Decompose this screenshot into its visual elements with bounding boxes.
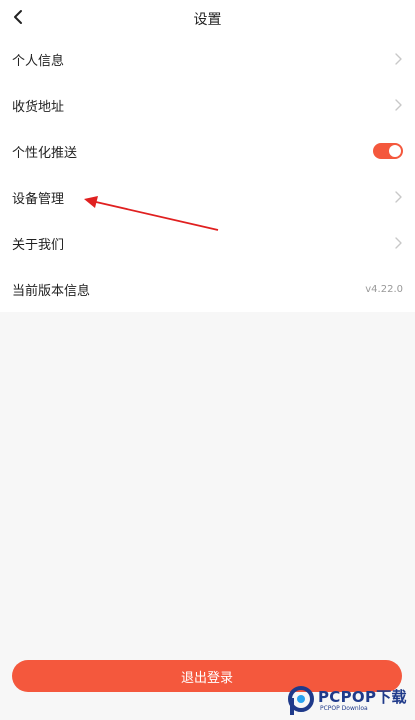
settings-item-label: 当前版本信息	[12, 283, 91, 299]
settings-item-label: 个性化推送	[12, 145, 78, 161]
settings-item-shipping-address[interactable]: 收货地址	[0, 82, 415, 128]
settings-list: 个人信息 收货地址 个性化推送 设备管理 关于我们 当前版本信息 v4.22.0	[0, 36, 415, 312]
watermark-logo: PCPOP下载 PCPOP Downloa	[282, 684, 412, 718]
personalized-push-toggle[interactable]	[373, 143, 403, 159]
settings-item-about-us[interactable]: 关于我们	[0, 220, 415, 266]
chevron-right-icon	[395, 99, 402, 111]
page-title: 设置	[193, 12, 222, 28]
settings-item-current-version[interactable]: 当前版本信息 v4.22.0	[0, 266, 415, 312]
watermark-brand: PCPOP下载	[318, 688, 407, 706]
chevron-right-icon	[395, 237, 402, 249]
watermark-subtitle: PCPOP Downloa	[320, 705, 368, 712]
settings-item-label: 个人信息	[12, 53, 65, 69]
pcpop-logo-icon	[288, 686, 314, 715]
settings-item-device-management[interactable]: 设备管理	[0, 174, 415, 220]
settings-item-label: 设备管理	[12, 191, 65, 207]
settings-item-personalized-push: 个性化推送	[0, 128, 415, 174]
version-value: v4.22.0	[365, 283, 403, 295]
settings-item-label: 收货地址	[12, 99, 65, 115]
header-bar: 设置	[0, 0, 415, 36]
chevron-right-icon	[395, 191, 402, 203]
chevron-right-icon	[395, 53, 402, 65]
settings-item-label: 关于我们	[12, 237, 65, 253]
toggle-knob	[389, 145, 401, 157]
settings-item-personal-info[interactable]: 个人信息	[0, 36, 415, 82]
